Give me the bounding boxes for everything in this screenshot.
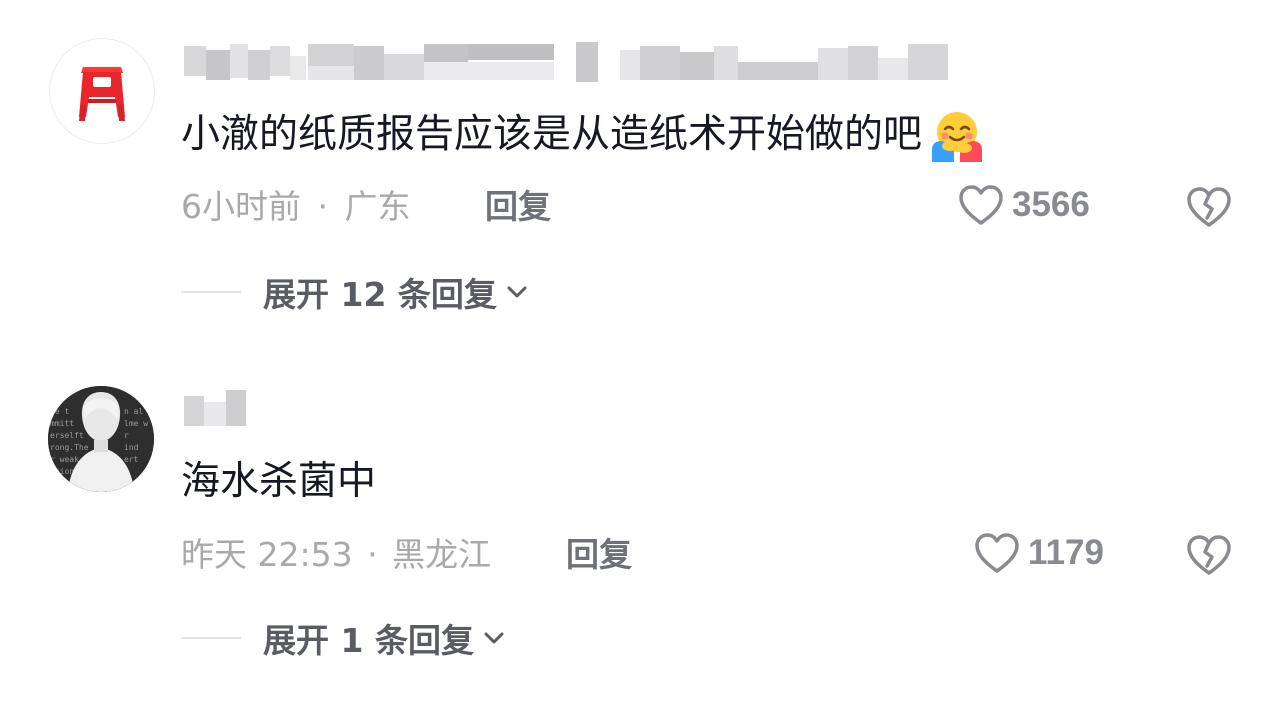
username-blurred[interactable] xyxy=(184,42,954,84)
dislike-button[interactable] xyxy=(1186,534,1232,580)
avatar[interactable]: se t mmitt erselft rong.The r weak ation… xyxy=(48,386,154,492)
portrait-image: se t mmitt erselft rong.The r weak ation… xyxy=(48,386,154,492)
svg-text:n al: n al xyxy=(124,407,143,416)
comment-meta: 昨天 22:53 · 黑龙江 xyxy=(181,535,491,575)
svg-text:lme w: lme w xyxy=(124,419,148,428)
username-blurred[interactable] xyxy=(184,388,248,430)
username-blur-mosaic xyxy=(184,390,246,426)
svg-text:mmitt: mmitt xyxy=(50,419,74,428)
dislike-button[interactable] xyxy=(1186,186,1232,232)
svg-text:rong.The: rong.The xyxy=(50,443,89,452)
svg-text:r: r xyxy=(124,431,129,440)
like-button[interactable]: 3566 xyxy=(958,184,1090,226)
like-button[interactable]: 1179 xyxy=(974,532,1104,574)
expand-replies-button[interactable]: 展开 12 条回复 xyxy=(181,268,529,316)
like-count: 3566 xyxy=(1012,185,1090,224)
expand-replies-button[interactable]: 展开 1 条回复 xyxy=(181,614,506,662)
comment-location: 黑龙江 xyxy=(392,535,492,574)
broken-heart-icon xyxy=(1186,534,1232,576)
comment-text: 海水杀菌中 xyxy=(181,458,376,506)
divider-line xyxy=(181,291,241,293)
comment-location: 广东 xyxy=(344,187,411,226)
reply-button[interactable]: 回复 xyxy=(485,187,551,227)
comment-time: 昨天 22:53 xyxy=(181,535,353,574)
comment-meta: 6小时前 · 广东 xyxy=(181,187,411,227)
broken-heart-icon xyxy=(1186,186,1232,228)
like-count: 1179 xyxy=(1028,533,1104,572)
red-stool-image xyxy=(79,67,125,121)
comment-text-body: 小澈的纸质报告应该是从造纸术开始做的吧 xyxy=(181,112,923,157)
divider-line xyxy=(181,637,241,639)
meta-separator: · xyxy=(367,535,378,574)
svg-text:r weak: r weak xyxy=(50,455,79,464)
avatar[interactable] xyxy=(49,38,155,144)
meta-separator: · xyxy=(317,187,329,226)
heart-outline-icon xyxy=(958,184,1004,226)
comment-text-body: 海水杀菌中 xyxy=(181,459,377,504)
svg-text:ation: ation xyxy=(50,467,74,476)
svg-text:erselft: erselft xyxy=(50,431,84,440)
chevron-down-icon xyxy=(505,284,529,300)
username-blur-mosaic xyxy=(184,42,948,82)
hug-emoji-icon xyxy=(928,108,986,162)
svg-text:ert: ert xyxy=(124,455,139,464)
comment-text: 小澈的纸质报告应该是从造纸术开始做的吧 xyxy=(181,108,986,162)
chevron-down-icon xyxy=(482,630,506,646)
expand-replies-label: 展开 1 条回复 xyxy=(263,621,474,660)
svg-text:ind: ind xyxy=(124,443,139,452)
heart-outline-icon xyxy=(974,532,1020,574)
comment-time: 6小时前 xyxy=(181,187,301,226)
expand-replies-label: 展开 12 条回复 xyxy=(263,275,497,314)
reply-button[interactable]: 回复 xyxy=(566,535,632,575)
svg-text:se t: se t xyxy=(50,407,69,416)
